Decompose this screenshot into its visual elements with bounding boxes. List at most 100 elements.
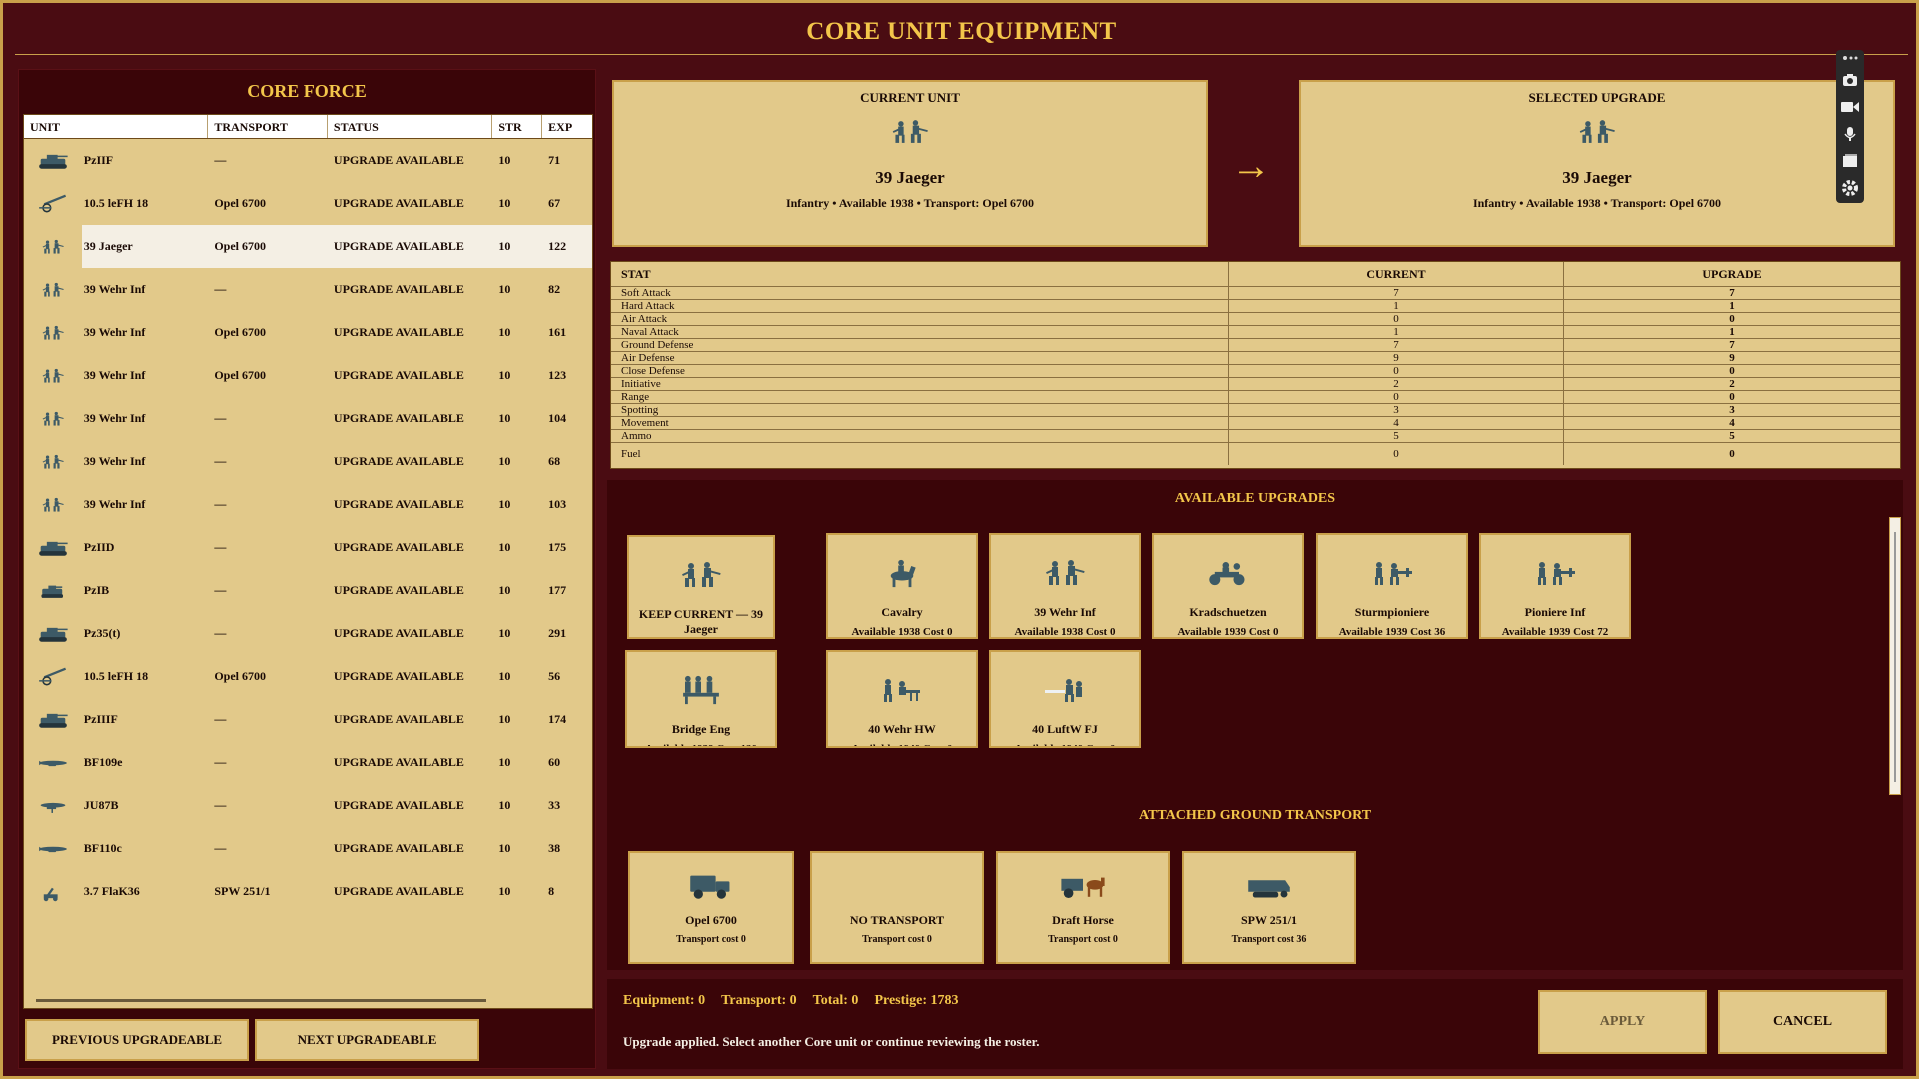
roster-row[interactable]: Pz35(t) — UPGRADE AVAILABLE 10 291 — [24, 612, 592, 655]
roster-row[interactable]: 3.7 FlaK36 SPW 251/1 UPGRADE AVAILABLE 1… — [24, 870, 592, 913]
current-unit-label: CURRENT UNIT — [860, 90, 960, 105]
unit-experience: 161 — [548, 325, 567, 339]
selected-upgrade-label: SELECTED UPGRADE — [1528, 90, 1666, 105]
upgrade-card[interactable]: 39 Wehr Inf Available 1938 Cost 0 — [989, 533, 1141, 639]
video-icon[interactable] — [1841, 98, 1859, 116]
microphone-icon[interactable] — [1841, 125, 1859, 143]
unit-name: BF110c — [83, 841, 122, 855]
roster-rows: PzIIF — UPGRADE AVAILABLE 10 71 10.5 leF… — [24, 139, 592, 913]
unit-name: 39 Wehr Inf — [83, 454, 146, 468]
roster-row[interactable]: PzIIIF — UPGRADE AVAILABLE 10 174 — [24, 698, 592, 741]
unit-name: BF109e — [83, 755, 123, 769]
upgrade-card[interactable]: Kradschuetzen Available 1939 Cost 0 — [1152, 533, 1304, 639]
unit-strength: 10 — [498, 497, 511, 511]
roster-row[interactable]: JU87B — UPGRADE AVAILABLE 10 33 — [24, 784, 592, 827]
unit-experience: 67 — [548, 196, 561, 210]
transport-card[interactable]: SPW 251/1 Transport cost 36 — [1182, 851, 1356, 964]
unit-transport: — — [214, 282, 227, 296]
upgrade-card[interactable]: Pioniere Inf Available 1939 Cost 72 — [1479, 533, 1631, 639]
capture-toolbar — [1836, 50, 1864, 203]
roster-row[interactable]: 10.5 leFH 18 Opel 6700 UPGRADE AVAILABLE… — [24, 655, 592, 698]
roster-row[interactable]: 39 Wehr Inf Opel 6700 UPGRADE AVAILABLE … — [24, 311, 592, 354]
status-message: Upgrade applied. Select another Core uni… — [623, 1034, 1040, 1049]
previous-upgradeable-button[interactable]: PREVIOUS UPGRADEABLE — [25, 1019, 249, 1061]
roster-row[interactable]: 10.5 leFH 18 Opel 6700 UPGRADE AVAILABLE… — [24, 182, 592, 225]
roster-row[interactable]: PzIB — UPGRADE AVAILABLE 10 177 — [24, 569, 592, 612]
upgrade-card[interactable]: 40 LuftW FJ Available 1940 Cost 0 — [989, 650, 1141, 748]
transport-card[interactable]: NO TRANSPORT Transport cost 0 — [810, 851, 984, 964]
stat-name: Ground Defense — [611, 339, 1229, 351]
stat-row: Naval Attack 1 1 — [611, 326, 1900, 339]
stat-upgrade: 7 — [1729, 287, 1735, 299]
col-exp[interactable]: EXP — [542, 115, 592, 138]
upgrade-card[interactable]: Bridge Eng Available 1939 Cost 120 — [625, 650, 777, 748]
link-icon[interactable] — [1841, 54, 1859, 62]
transport-card[interactable]: Opel 6700 Transport cost 0 — [628, 851, 794, 964]
next-upgradeable-button[interactable]: NEXT UPGRADEABLE — [255, 1019, 479, 1061]
transport-name: NO TRANSPORT — [849, 913, 945, 927]
stat-row: Ground Defense 7 7 — [611, 339, 1900, 352]
roster-row[interactable]: BF110c — UPGRADE AVAILABLE 10 38 — [24, 827, 592, 870]
unit-status: UPGRADE AVAILABLE — [333, 497, 464, 511]
pioneer-icon — [1481, 553, 1629, 593]
stat-current: 2 — [1229, 378, 1564, 390]
stat-current: 7 — [1229, 339, 1564, 351]
empty-icon — [812, 871, 982, 901]
current-unit-name: 39 Jaeger — [875, 168, 945, 187]
roster-row[interactable]: BF109e — UPGRADE AVAILABLE 10 60 — [24, 741, 592, 784]
stat-row: Close Defense 0 0 — [611, 365, 1900, 378]
upgrade-card[interactable]: KEEP CURRENT — 39 Jaeger Available 1938 … — [627, 535, 775, 639]
unit-status: UPGRADE AVAILABLE — [333, 712, 464, 726]
roster-row[interactable]: 39 Wehr Inf — UPGRADE AVAILABLE 10 82 — [24, 268, 592, 311]
cancel-button[interactable]: CANCEL — [1718, 990, 1887, 1054]
upgrade-card[interactable]: Sturmpioniere Available 1939 Cost 36 — [1316, 533, 1468, 639]
unit-name: 39 Wehr Inf — [83, 411, 146, 425]
fighter-icon — [24, 741, 82, 784]
stat-name: Fuel — [611, 443, 1229, 465]
tank-icon — [24, 526, 82, 569]
upgrade-name: 40 Wehr HW — [868, 722, 936, 736]
transport-card[interactable]: Draft Horse Transport cost 0 — [996, 851, 1170, 964]
roster-row[interactable]: 39 Jaeger Opel 6700 UPGRADE AVAILABLE 10… — [24, 225, 592, 268]
window-icon[interactable] — [1841, 152, 1859, 170]
upgrade-card[interactable]: Cavalry Available 1938 Cost 0 — [826, 533, 978, 639]
unit-transport: Opel 6700 — [214, 368, 266, 382]
unit-status: UPGRADE AVAILABLE — [333, 669, 464, 683]
col-status[interactable]: STATUS — [328, 115, 493, 138]
unit-transport: SPW 251/1 — [214, 884, 271, 898]
infantry-icon — [614, 118, 1206, 158]
col-unit[interactable]: UNIT — [24, 115, 209, 138]
unit-name: PzIID — [83, 540, 115, 554]
scrollbar-thumb[interactable] — [1894, 532, 1896, 782]
selected-upgrade-card: SELECTED UPGRADE 39 Jaeger Infantry • Av… — [1299, 80, 1895, 247]
stat-row: Air Attack 0 0 — [611, 313, 1900, 326]
unit-experience: 122 — [542, 225, 592, 268]
horizontal-scrollbar[interactable] — [36, 999, 486, 1002]
camera-icon[interactable] — [1841, 71, 1859, 89]
roster-row[interactable]: 39 Wehr Inf — UPGRADE AVAILABLE 10 68 — [24, 440, 592, 483]
upgrade-meta: Available 1938 Cost 0 — [1014, 626, 1116, 638]
upgrade-meta: Available 1940 Cost 0 — [991, 743, 1139, 746]
col-str[interactable]: STR — [492, 115, 543, 138]
stat-upgrade: 3 — [1729, 404, 1735, 416]
upgrades-scrollbar[interactable] — [1889, 517, 1901, 795]
gear-icon[interactable] — [1841, 179, 1859, 197]
stat-row: Hard Attack 1 1 — [611, 300, 1900, 313]
col-transport[interactable]: TRANSPORT — [208, 115, 328, 138]
unit-transport: — — [214, 497, 227, 511]
current-unit-card: CURRENT UNIT 39 Jaeger Infantry • Availa… — [612, 80, 1208, 247]
roster-row[interactable]: PzIIF — UPGRADE AVAILABLE 10 71 — [24, 139, 592, 182]
unit-name: 10.5 leFH 18 — [83, 669, 149, 683]
roster-row[interactable]: 39 Wehr Inf — UPGRADE AVAILABLE 10 104 — [24, 397, 592, 440]
unit-status: UPGRADE AVAILABLE — [333, 411, 464, 425]
unit-transport: Opel 6700 — [214, 325, 266, 339]
apply-button[interactable]: APPLY — [1538, 990, 1707, 1054]
core-force-heading: CORE FORCE — [247, 81, 367, 101]
unit-transport: — — [214, 626, 227, 640]
upgrade-card[interactable]: 40 Wehr HW Available 1940 Cost 0 — [826, 650, 978, 748]
roster-row[interactable]: PzIID — UPGRADE AVAILABLE 10 175 — [24, 526, 592, 569]
stat-upgrade: 4 — [1729, 417, 1735, 429]
roster-row[interactable]: 39 Wehr Inf Opel 6700 UPGRADE AVAILABLE … — [24, 354, 592, 397]
artillery-icon — [24, 655, 82, 698]
roster-row[interactable]: 39 Wehr Inf — UPGRADE AVAILABLE 10 103 — [24, 483, 592, 526]
